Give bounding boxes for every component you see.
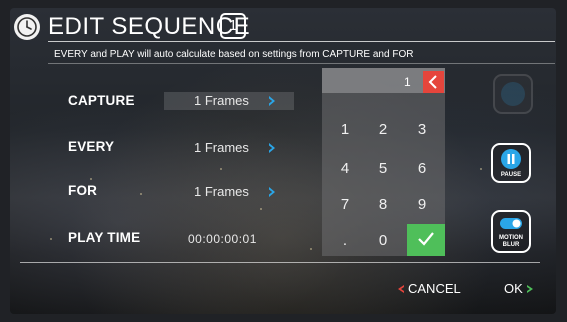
keypad-key-0[interactable]: 0 [364,226,402,256]
ok-button[interactable]: OK [504,281,523,296]
motion-blur-label-line1: MOTION [499,235,523,241]
play-time-label: PLAY TIME [68,230,141,245]
background-light [260,208,262,210]
capture-label: CAPTURE [68,93,135,108]
motion-blur-toggle[interactable]: MOTION BLUR [491,210,531,253]
pause-button[interactable]: PAUSE [491,143,531,183]
chevron-right-icon [527,285,533,293]
for-value: 1 Frames [194,184,249,199]
for-field[interactable]: 1 Frames [164,183,294,201]
capture-field[interactable]: 1 Frames [164,92,294,110]
keypad-key-4[interactable]: 4 [326,154,364,184]
header-divider [48,41,555,42]
checkmark-icon [418,232,434,246]
background-light [480,168,482,170]
footer-divider [20,262,540,263]
keypad-key-decimal[interactable]: . [326,226,364,256]
every-label: EVERY [68,139,115,154]
keypad-key-7[interactable]: 7 [326,190,364,220]
for-label: FOR [68,183,98,198]
every-value: 1 Frames [194,140,249,155]
background-light [90,178,92,180]
cancel-button[interactable]: CANCEL [408,281,461,296]
keypad-key-8[interactable]: 8 [364,190,402,220]
clock-icon [14,14,40,40]
pause-label: PAUSE [500,172,522,178]
keypad-key-3[interactable]: 3 [403,115,441,145]
backspace-button[interactable] [423,71,444,93]
toggle-icon [500,218,522,229]
subtitle-divider [48,63,555,64]
chevron-left-icon [398,285,404,293]
background-light [220,168,222,170]
chevron-left-icon [428,75,437,89]
keypad-key-9[interactable]: 9 [403,190,441,220]
chevron-right-icon [269,187,275,197]
every-field[interactable]: 1 Frames [164,139,294,157]
keypad-key-2[interactable]: 2 [364,115,402,145]
background-light [310,248,312,250]
capture-value: 1 Frames [194,93,249,108]
pause-icon [501,149,521,169]
background-light [140,193,142,195]
disabled-side-button [493,74,533,114]
play-time-value: 00:00:00:01 [188,232,257,246]
circle-icon [501,82,525,106]
motion-blur-label-line2: BLUR [502,242,520,248]
keypad-key-6[interactable]: 6 [403,154,441,184]
background-light [50,238,52,240]
keypad-key-1[interactable]: 1 [326,115,364,145]
keypad-confirm-button[interactable] [407,224,445,256]
sequence-number-badge: 1 [220,13,246,39]
info-subtitle: EVERY and PLAY will auto calculate based… [54,49,414,60]
keypad-display-value: 1 [404,75,411,89]
keypad-key-5[interactable]: 5 [364,154,402,184]
chevron-right-icon [269,143,275,153]
chevron-right-icon [269,96,275,106]
